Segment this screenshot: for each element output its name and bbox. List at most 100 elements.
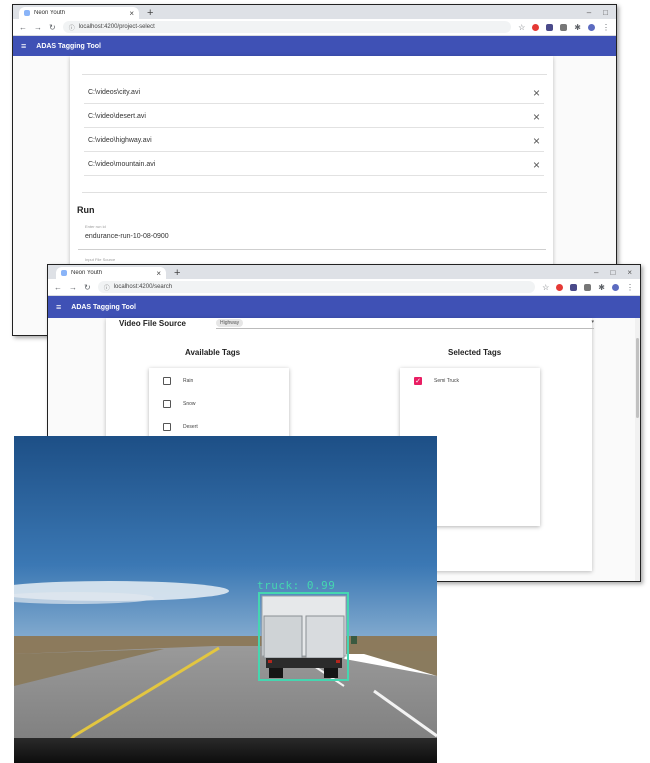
tab-favicon-icon xyxy=(61,270,67,276)
minimize-button[interactable]: – xyxy=(587,8,591,17)
file-path: C:\video\highway.avi xyxy=(88,137,152,144)
file-row: C:\videos\city.avi × xyxy=(84,82,544,104)
star-icon[interactable]: ☆ xyxy=(518,23,525,32)
maximize-button[interactable]: □ xyxy=(610,268,615,277)
run-heading: Run xyxy=(77,205,95,215)
selected-tags-heading: Selected Tags xyxy=(448,348,502,357)
maximize-button[interactable]: □ xyxy=(603,8,608,17)
input-source-label: Input File Source xyxy=(85,257,116,262)
address-bar[interactable]: ⓘ localhost:4200/search xyxy=(97,281,536,293)
profile-icon[interactable] xyxy=(588,23,595,31)
new-tab-button[interactable]: + xyxy=(147,8,153,19)
tag-label: Rain xyxy=(183,378,194,384)
app-title: ADAS Tagging Tool xyxy=(71,303,136,311)
tag-item[interactable]: Desert xyxy=(163,423,198,431)
highway-scene xyxy=(14,436,437,763)
profile-icon[interactable] xyxy=(612,283,619,291)
extension-icon[interactable] xyxy=(546,23,554,31)
detection-label: truck: 0.99 xyxy=(257,579,336,592)
file-path: C:\video\desert.avi xyxy=(88,113,146,120)
reload-icon[interactable]: ↻ xyxy=(84,283,91,292)
file-row: C:\video\desert.avi × xyxy=(84,106,544,128)
menu-icon[interactable]: ≡ xyxy=(21,41,26,51)
puzzle-icon[interactable]: ✱ xyxy=(598,283,605,292)
file-row: C:\video\mountain.avi × xyxy=(84,154,544,176)
checkbox[interactable] xyxy=(163,377,171,385)
app-toolbar: ≡ ADAS Tagging Tool xyxy=(13,36,616,56)
url-text: localhost:4200/project-select xyxy=(78,24,155,30)
remove-icon[interactable]: × xyxy=(533,111,540,123)
tag-item[interactable]: Rain xyxy=(163,377,193,385)
video-source-chip[interactable]: Highway xyxy=(216,319,244,327)
new-tab-button[interactable]: + xyxy=(174,268,180,279)
grid-extension-icon[interactable] xyxy=(560,23,568,31)
sky xyxy=(14,436,437,651)
remove-icon[interactable]: × xyxy=(533,159,540,171)
checkbox-checked[interactable]: ✓ xyxy=(414,377,422,385)
remove-icon[interactable]: × xyxy=(533,135,540,147)
browser-toolbar: ← → ↻ ⓘ localhost:4200/search ☆ ✱ ⋮ xyxy=(48,279,640,296)
run-id-value: endurance-run-10-08-0900 xyxy=(85,233,169,240)
grid-extension-icon[interactable] xyxy=(584,283,592,291)
tab-strip: Neon Youth × + – □ × xyxy=(48,265,640,279)
forward-icon[interactable]: → xyxy=(69,283,77,292)
checkbox[interactable] xyxy=(163,423,171,431)
available-tags-heading: Available Tags xyxy=(185,348,241,357)
checkbox[interactable] xyxy=(163,400,171,408)
tag-item[interactable]: ✓ Semi Truck xyxy=(414,377,459,385)
detection-bounding-box xyxy=(258,592,349,681)
tag-label: Desert xyxy=(183,424,198,430)
browser-tab[interactable]: Neon Youth × xyxy=(56,267,166,279)
back-icon[interactable]: ← xyxy=(19,23,27,32)
remove-icon[interactable]: × xyxy=(533,87,540,99)
tab-title: Neon Youth xyxy=(71,270,103,276)
app-title: ADAS Tagging Tool xyxy=(36,42,101,50)
info-icon: ⓘ xyxy=(103,285,110,292)
minimize-button[interactable]: – xyxy=(594,268,598,277)
browser-toolbar: ← → ↻ ⓘ localhost:4200/project-select ☆ … xyxy=(13,19,616,36)
address-bar[interactable]: ⓘ localhost:4200/project-select xyxy=(62,21,512,33)
tab-close-icon[interactable]: × xyxy=(156,269,161,278)
app-toolbar: ≡ ADAS Tagging Tool xyxy=(48,296,640,318)
tab-favicon-icon xyxy=(24,10,30,16)
run-id-field[interactable]: Enter run id endurance-run-10-08-0900 xyxy=(78,222,546,250)
menu-icon[interactable]: ≡ xyxy=(56,302,61,312)
opera-icon[interactable] xyxy=(532,23,540,31)
divider xyxy=(82,74,547,75)
opera-icon[interactable] xyxy=(556,283,564,291)
dashcam-frame: truck: 0.99 xyxy=(14,436,437,763)
tab-close-icon[interactable]: × xyxy=(129,9,134,18)
extension-tray: ☆ ✱ ⋮ xyxy=(518,23,610,32)
tag-label: Semi Truck xyxy=(434,378,460,384)
file-row: C:\video\highway.avi × xyxy=(84,130,544,152)
puzzle-icon[interactable]: ✱ xyxy=(574,23,581,32)
kebab-menu-icon[interactable]: ⋮ xyxy=(602,23,610,32)
video-source-select[interactable]: Highway ▾ xyxy=(216,319,594,329)
close-window-button[interactable]: × xyxy=(627,268,632,277)
reload-icon[interactable]: ↻ xyxy=(49,23,56,32)
back-icon[interactable]: ← xyxy=(54,283,62,292)
run-id-label: Enter run id xyxy=(85,224,106,229)
window-controls: – □ × xyxy=(594,268,632,277)
browser-tab[interactable]: Neon Youth × xyxy=(19,7,139,19)
window-controls: – □ xyxy=(587,8,608,17)
video-source-label: Video File Source xyxy=(119,319,186,328)
tag-item[interactable]: Snow xyxy=(163,400,196,408)
tag-label: Snow xyxy=(183,401,196,407)
road-sign xyxy=(351,636,357,644)
tab-strip: Neon Youth × + – □ xyxy=(13,5,616,19)
forward-icon[interactable]: → xyxy=(34,23,42,32)
car-dashboard xyxy=(14,738,437,763)
chevron-down-icon[interactable]: ▾ xyxy=(591,319,594,327)
file-path: C:\videos\city.avi xyxy=(88,89,140,96)
extension-tray: ☆ ✱ ⋮ xyxy=(542,283,634,292)
page-scrollbar[interactable] xyxy=(635,318,640,581)
info-icon: ⓘ xyxy=(68,25,75,32)
scrollbar-thumb[interactable] xyxy=(636,338,639,418)
divider xyxy=(82,192,547,193)
tab-title: Neon Youth xyxy=(34,10,66,16)
kebab-menu-icon[interactable]: ⋮ xyxy=(626,283,634,292)
extension-icon[interactable] xyxy=(570,283,578,291)
url-text: localhost:4200/search xyxy=(113,284,173,290)
star-icon[interactable]: ☆ xyxy=(542,283,549,292)
